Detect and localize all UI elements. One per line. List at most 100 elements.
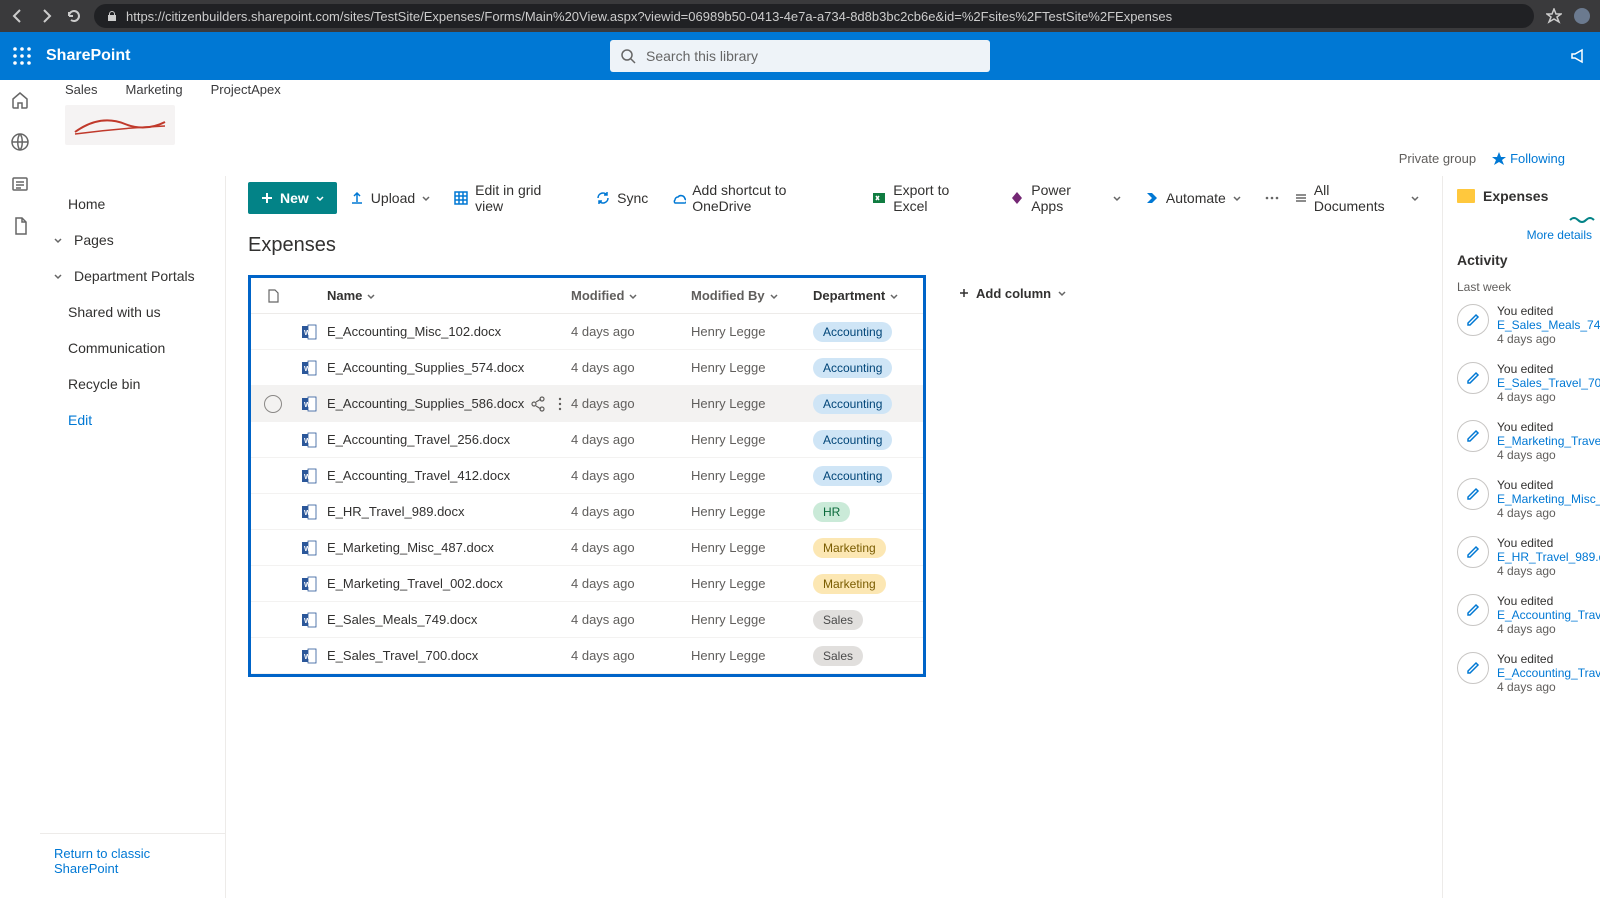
star-icon (1492, 152, 1506, 166)
bookmark-star-icon[interactable] (1546, 8, 1562, 24)
table-row[interactable]: WE_Accounting_Travel_256.docx4 days agoH… (251, 422, 923, 458)
activity-file[interactable]: E_HR_Travel_989.do (1497, 550, 1600, 564)
site-logo[interactable] (65, 105, 175, 145)
modifiedby-cell[interactable]: Henry Legge (691, 396, 813, 411)
site-top-nav: Sales Marketing ProjectApex (65, 80, 1575, 105)
col-header-modified[interactable]: Modified (571, 288, 691, 303)
file-name[interactable]: E_HR_Travel_989.docx (327, 504, 465, 519)
return-classic-link[interactable]: Return to classic SharePoint (40, 833, 225, 888)
activity-item[interactable]: You editedE_Sales_Meals_749.d4 days ago (1457, 294, 1600, 352)
address-bar[interactable]: https://citizenbuilders.sharepoint.com/s… (94, 4, 1534, 28)
activity-item[interactable]: You editedE_Marketing_Misc_44 days ago (1457, 468, 1600, 526)
file-name[interactable]: E_Accounting_Travel_256.docx (327, 432, 510, 447)
automate-button[interactable]: Automate (1134, 182, 1252, 214)
nav-edit[interactable]: Edit (40, 402, 225, 438)
chevron-down-icon (1112, 193, 1122, 203)
tab-projectapex[interactable]: ProjectApex (211, 82, 281, 97)
activity-file[interactable]: E_Accounting_Trave (1497, 608, 1600, 622)
megaphone-icon[interactable] (1570, 47, 1588, 65)
export-excel-button[interactable]: Export to Excel (861, 182, 997, 214)
activity-item[interactable]: You editedE_Accounting_Trave4 days ago (1457, 642, 1600, 700)
file-name[interactable]: E_Marketing_Misc_487.docx (327, 540, 494, 555)
home-icon[interactable] (10, 90, 30, 110)
file-name[interactable]: E_Accounting_Misc_102.docx (327, 324, 501, 339)
files-icon[interactable] (10, 216, 30, 236)
table-row[interactable]: WE_Marketing_Travel_002.docx4 days agoHe… (251, 566, 923, 602)
modifiedby-cell[interactable]: Henry Legge (691, 324, 813, 339)
table-row[interactable]: WE_Sales_Meals_749.docx4 days agoHenry L… (251, 602, 923, 638)
tab-sales[interactable]: Sales (65, 82, 98, 97)
app-launcher-icon[interactable] (12, 46, 32, 66)
forward-button[interactable] (38, 8, 54, 24)
activity-item[interactable]: You editedE_Sales_Travel_700.c4 days ago (1457, 352, 1600, 410)
excel-icon (871, 190, 887, 206)
activity-file[interactable]: E_Accounting_Trave (1497, 666, 1600, 680)
col-header-name[interactable]: Name (323, 288, 571, 303)
nav-pages[interactable]: Pages (40, 222, 225, 258)
row-select-radio[interactable] (264, 395, 282, 413)
nav-recycle[interactable]: Recycle bin (40, 366, 225, 402)
follow-button[interactable]: Following (1492, 151, 1565, 166)
row-more-icon[interactable] (552, 396, 568, 412)
wave-icon[interactable] (1568, 216, 1600, 224)
new-label: New (280, 190, 309, 206)
modifiedby-cell[interactable]: Henry Legge (691, 504, 813, 519)
new-button[interactable]: New (248, 182, 337, 214)
activity-file[interactable]: E_Sales_Meals_749.d (1497, 318, 1600, 332)
globe-icon[interactable] (10, 132, 30, 152)
table-row[interactable]: WE_Accounting_Travel_412.docx4 days agoH… (251, 458, 923, 494)
more-commands[interactable] (1254, 182, 1290, 214)
table-row[interactable]: WE_Accounting_Supplies_586.docx 4 days a… (251, 386, 923, 422)
profile-avatar[interactable] (1574, 8, 1590, 24)
file-name[interactable]: E_Sales_Travel_700.docx (327, 648, 478, 663)
file-name[interactable]: E_Accounting_Travel_412.docx (327, 468, 510, 483)
activity-file[interactable]: E_Sales_Travel_700.c (1497, 376, 1600, 390)
activity-item[interactable]: You editedE_HR_Travel_989.do4 days ago (1457, 526, 1600, 584)
edit-grid-button[interactable]: Edit in grid view (443, 182, 583, 214)
table-row[interactable]: WE_Accounting_Misc_102.docx4 days agoHen… (251, 314, 923, 350)
activity-file[interactable]: E_Marketing_Misc_4 (1497, 492, 1600, 506)
nav-dept-portals[interactable]: Department Portals (40, 258, 225, 294)
table-row[interactable]: WE_Accounting_Supplies_574.docx4 days ag… (251, 350, 923, 386)
file-name[interactable]: E_Sales_Meals_749.docx (327, 612, 477, 627)
view-selector[interactable]: All Documents (1294, 182, 1420, 214)
reload-button[interactable] (66, 8, 82, 24)
powerapps-button[interactable]: Power Apps (999, 182, 1132, 214)
chevron-down-icon (315, 193, 325, 203)
modifiedby-cell[interactable]: Henry Legge (691, 576, 813, 591)
modifiedby-cell[interactable]: Henry Legge (691, 648, 813, 663)
table-row[interactable]: WE_Sales_Travel_700.docx4 days agoHenry … (251, 638, 923, 674)
share-icon[interactable] (530, 396, 546, 412)
table-row[interactable]: WE_Marketing_Misc_487.docx4 days agoHenr… (251, 530, 923, 566)
add-column-button[interactable]: Add column (926, 286, 1067, 301)
table-row[interactable]: WE_HR_Travel_989.docx4 days agoHenry Leg… (251, 494, 923, 530)
command-bar: New Upload Edit in grid view Sync (226, 176, 1442, 220)
upload-button[interactable]: Upload (339, 182, 441, 214)
news-icon[interactable] (10, 174, 30, 194)
activity-file[interactable]: E_Marketing_Travel_ (1497, 434, 1600, 448)
modifiedby-cell[interactable]: Henry Legge (691, 360, 813, 375)
back-button[interactable] (10, 8, 26, 24)
modifiedby-cell[interactable]: Henry Legge (691, 612, 813, 627)
modifiedby-cell[interactable]: Henry Legge (691, 540, 813, 555)
search-input[interactable]: Search this library (610, 40, 990, 72)
file-type-header-icon[interactable] (265, 288, 281, 304)
tab-marketing[interactable]: Marketing (126, 82, 183, 97)
activity-item[interactable]: You editedE_Accounting_Trave4 days ago (1457, 584, 1600, 642)
modified-cell: 4 days ago (571, 576, 691, 591)
details-title: Expenses (1483, 188, 1548, 204)
nav-communication[interactable]: Communication (40, 330, 225, 366)
file-name[interactable]: E_Accounting_Supplies_586.docx (327, 396, 524, 411)
sync-button[interactable]: Sync (585, 182, 658, 214)
file-name[interactable]: E_Marketing_Travel_002.docx (327, 576, 503, 591)
file-name[interactable]: E_Accounting_Supplies_574.docx (327, 360, 524, 375)
col-header-modifiedby[interactable]: Modified By (691, 288, 813, 303)
shortcut-button[interactable]: Add shortcut to OneDrive (660, 182, 859, 214)
modifiedby-cell[interactable]: Henry Legge (691, 432, 813, 447)
nav-shared[interactable]: Shared with us (40, 294, 225, 330)
nav-home[interactable]: Home (40, 186, 225, 222)
col-header-department[interactable]: Department (813, 288, 923, 303)
modifiedby-cell[interactable]: Henry Legge (691, 468, 813, 483)
activity-item[interactable]: You editedE_Marketing_Travel_4 days ago (1457, 410, 1600, 468)
more-details-link[interactable]: More details (1457, 224, 1600, 242)
